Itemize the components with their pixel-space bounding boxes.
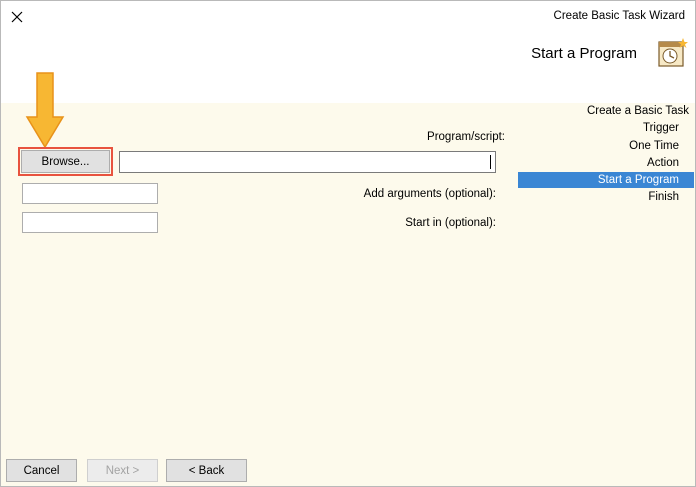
browse-button[interactable]: Browse...	[21, 150, 110, 173]
program-script-input[interactable]	[119, 151, 496, 173]
wizard-steps-nav: Create a Basic Task Trigger One Time Act…	[518, 103, 694, 207]
add-arguments-input[interactable]	[22, 183, 158, 204]
back-button[interactable]: < Back	[166, 459, 247, 482]
text-caret	[490, 155, 491, 169]
nav-item-one-time: One Time	[629, 139, 679, 152]
start-in-label: Start in (optional):	[405, 217, 496, 229]
wizard-window: Create Basic Task Wizard Start a Program…	[0, 0, 696, 487]
nav-item-finish: Finish	[648, 191, 679, 204]
task-scheduler-icon	[658, 38, 688, 67]
pointer-arrow-icon	[25, 72, 65, 149]
close-button[interactable]	[1, 1, 33, 32]
wizard-header: Start a Program	[1, 32, 695, 103]
nav-item-create-basic-task: Create a Basic Task	[586, 105, 689, 117]
nav-item-trigger: Trigger	[643, 122, 679, 135]
cancel-button[interactable]: Cancel	[6, 459, 77, 482]
start-in-input[interactable]	[22, 212, 158, 233]
nav-item-start-a-program: Start a Program	[518, 172, 694, 189]
next-button[interactable]: Next >	[87, 459, 158, 482]
add-arguments-label: Add arguments (optional):	[363, 188, 496, 200]
title-bar: Create Basic Task Wizard	[1, 1, 695, 32]
window-title: Create Basic Task Wizard	[553, 10, 685, 22]
nav-item-action: Action	[647, 156, 679, 169]
page-title: Start a Program	[531, 45, 637, 62]
close-icon	[11, 11, 23, 22]
program-script-label: Program/script:	[427, 131, 505, 143]
